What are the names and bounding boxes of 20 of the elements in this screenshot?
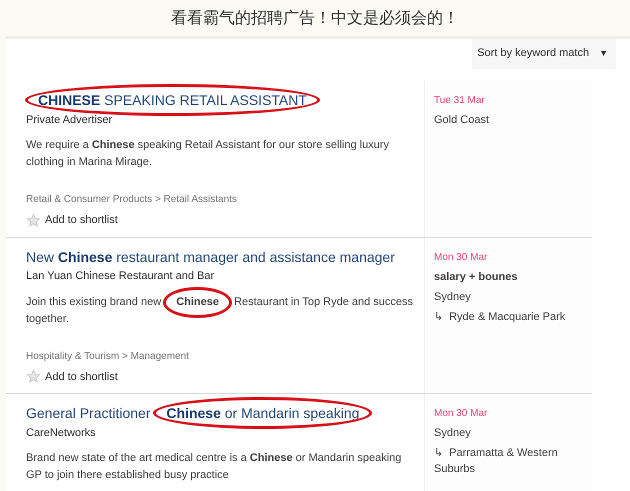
job-area: ↳ Ryde & Macquarie Park bbox=[434, 308, 584, 324]
add-to-shortlist-link[interactable]: Add to shortlist bbox=[45, 368, 118, 385]
category-breadcrumb: Hospitality & Tourism > Management bbox=[26, 350, 190, 364]
category-breadcrumb: Retail & Consumer Products > Retail Assistants bbox=[26, 193, 238, 207]
job-location: Sydney bbox=[434, 290, 472, 304]
job-area: ↳ Parramatta & Western Suburbs bbox=[434, 445, 584, 477]
add-to-shortlist-link[interactable]: Add to shortlist bbox=[45, 212, 118, 228]
salary-text: salary + bounes bbox=[434, 270, 518, 284]
caption-text: 看看霸气的招聘广告！中文是必须会的！ bbox=[170, 7, 460, 29]
job-location: Sydney bbox=[434, 426, 472, 441]
posted-date: Mon 30 Mar bbox=[434, 407, 488, 421]
posted-date: Tue 31 Mar bbox=[434, 94, 486, 108]
posted-date: Mon 30 Mar bbox=[434, 250, 488, 264]
job-description: We require a Chinese speaking Retail Assistant for our store selling luxury clothing in Marina Mirage. bbox=[26, 138, 390, 170]
star-icon[interactable] bbox=[26, 369, 41, 384]
job-description: Brand new state of the art medical centre is a Chinese or Mandarin speaking GP to join there established busy practice bbox=[26, 451, 402, 483]
sort-dropdown[interactable]: Sort by keyword match ▼ bbox=[472, 39, 616, 69]
job-location: Gold Coast bbox=[434, 113, 490, 128]
job-description: Join this existing brand new Chinese Restaurant in Top Ryde and success together. bbox=[26, 288, 416, 328]
star-icon[interactable] bbox=[26, 212, 41, 228]
